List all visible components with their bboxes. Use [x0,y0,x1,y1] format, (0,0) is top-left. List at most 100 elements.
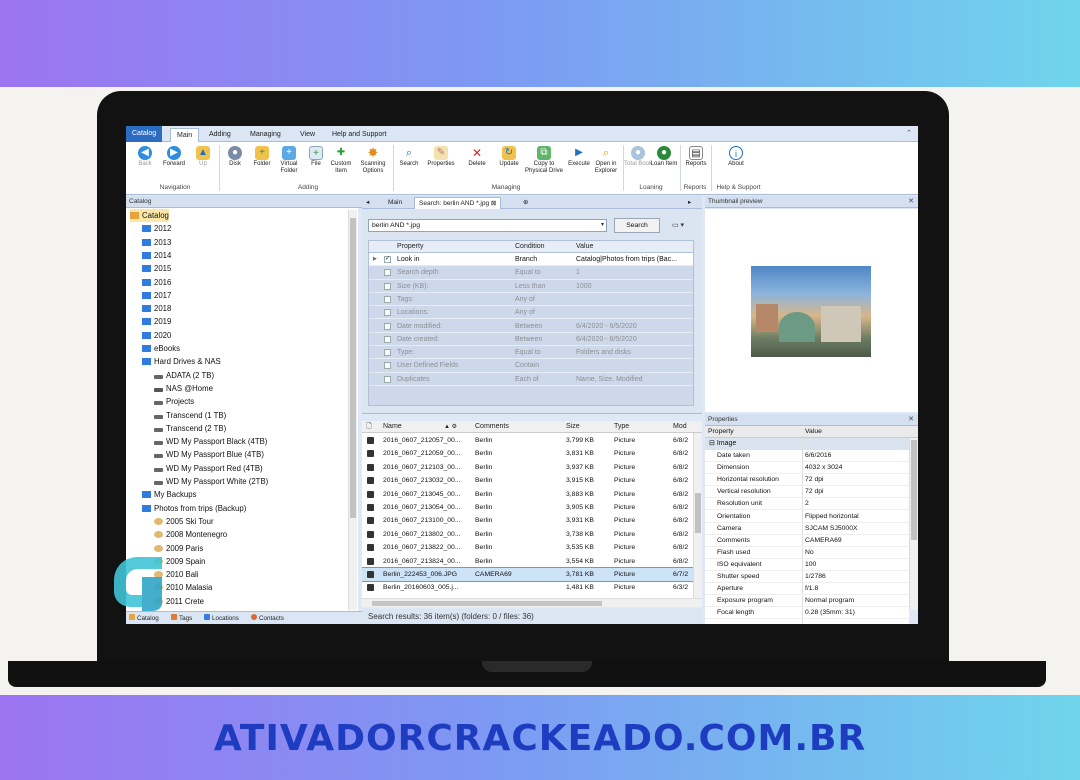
condition-row[interactable]: Type: Equal to Folders and disks [369,346,693,360]
condition-condition[interactable]: Branch [515,253,537,266]
copy-to-physical-drive-button[interactable]: ⧉ Copy to Physical Drive [522,146,566,175]
add-folder-button[interactable]: + Folder [247,146,277,168]
column-size[interactable]: Size [566,421,580,433]
condition-checkbox[interactable] [384,269,391,277]
scroll-thumb[interactable] [695,493,701,533]
tree-item[interactable]: WD My Passport Blue (4TB) [154,448,264,461]
tab-help-support[interactable]: Help and Support [326,128,392,142]
table-row[interactable]: 2016_0607_213802_00... Berlin 3,738 KB Pict… [362,528,693,541]
tree-item[interactable]: 2008 Montenegro [154,528,227,541]
tree-item[interactable]: Catalog [130,209,169,222]
properties-scrollbar[interactable] [909,438,918,610]
condition-row[interactable]: Duplicates Each of Name, Size, Modified [369,373,693,386]
condition-value[interactable]: 6/4/2020 - 6/5/2020 [576,333,692,346]
condition-checkbox[interactable] [384,335,391,343]
add-virtual-folder-button[interactable]: + Virtual Folder [274,146,304,175]
table-row[interactable]: Berlin_20160603_005.j... 1,481 KB Picture 6… [362,581,693,594]
column-modified[interactable]: Mod [673,421,687,433]
condition-row[interactable]: Tags: Any of [369,293,693,307]
tree-item[interactable]: ADATA (2 TB) [154,369,214,382]
tab-adding[interactable]: Adding [203,128,237,142]
table-row[interactable]: 2016_0607_212059_00... Berlin 3,831 KB Pict… [362,447,693,460]
table-row[interactable]: 2016_0607_213032_00... Berlin 3,915 KB Pict… [362,474,693,487]
property-row[interactable]: Horizontal resolution 72 dpi [705,474,909,487]
condition-row[interactable]: ▶ ✓ Look in Branch Catalog|Photos from trips… [369,253,693,267]
tree-item[interactable]: 2016 [142,276,171,289]
open-in-explorer-button[interactable]: ⌕ Open in Explorer [591,146,621,175]
loan-item-button[interactable]: ● Loan Item [649,146,679,168]
condition-checkbox[interactable] [384,295,391,303]
reports-button[interactable]: ▤ Reports [681,146,711,168]
close-icon[interactable]: ✕ [908,196,914,208]
condition-checkbox[interactable] [384,309,391,317]
condition-checkbox[interactable] [384,362,391,370]
condition-condition[interactable]: Between [515,320,542,333]
column-type[interactable]: Type [614,421,629,433]
tab-scroll-left-icon[interactable]: ◂ [362,197,373,209]
condition-value[interactable]: 1000 [576,280,692,293]
tree-item[interactable]: WD My Passport Red (4TB) [154,462,263,475]
chevron-down-icon[interactable]: ▾ [601,220,604,231]
condition-row[interactable]: User Defined Fields Contain [369,359,693,373]
condition-condition[interactable]: Each of [515,373,539,386]
tree-item[interactable]: eBooks [142,342,180,355]
property-row[interactable]: Exposure program Normal program [705,595,909,608]
table-row[interactable]: Berlin_222453_006.JPG CAMERA69 3,781 KB Pic… [362,566,694,583]
condition-row[interactable]: Search depth Equal to 1 [369,266,693,280]
property-row[interactable]: Date taken 6/6/2016 [705,450,909,463]
tree-item[interactable]: WD My Passport White (2TB) [154,475,268,488]
tree-item[interactable]: NAS @Home [154,382,213,395]
condition-value[interactable]: Name, Size, Modified [576,373,692,386]
execute-button[interactable]: ▶ Execute [564,146,594,168]
scanning-options-button[interactable]: ✸ Scanning Options [358,146,388,175]
close-icon[interactable]: ✕ [908,414,914,426]
tree-item[interactable]: 2009 Paris [154,542,203,555]
condition-row[interactable]: Size (KB): Less than 1000 [369,280,693,293]
table-row[interactable]: 2016_0607_213824_00... Berlin 3,554 KB Pict… [362,555,693,568]
tree-item[interactable]: 2014 [142,249,171,262]
condition-checkbox[interactable] [384,282,391,290]
property-row[interactable]: Vertical resolution 72 dpi [705,486,909,499]
tab-managing[interactable]: Managing [244,128,287,142]
property-row[interactable]: Aperture f/1.8 [705,583,909,596]
tab-catalog[interactable]: Catalog [126,126,163,142]
table-row[interactable]: 2016_0607_213054_00... Berlin 3,905 KB Pict… [362,501,693,514]
tab-contacts[interactable]: Contacts [251,613,284,624]
tree-item[interactable]: 2020 [142,329,171,342]
scroll-thumb[interactable] [372,601,602,606]
condition-value[interactable]: Folders and disks [576,346,692,359]
properties-button[interactable]: ✎ Properties [426,146,456,168]
up-button[interactable]: ▲ Up [188,146,218,168]
tree-item[interactable]: 2013 [142,236,171,249]
tree-item[interactable]: Transcend (1 TB) [154,409,226,422]
condition-condition[interactable]: Equal to [515,266,541,279]
catalog-scrollbar[interactable] [348,210,357,610]
table-row[interactable]: 2016_0607_212057_00... Berlin 3,799 KB Pict… [362,434,693,447]
forward-button[interactable]: ▶ Forward [159,146,189,168]
tree-item[interactable]: 2005 Ski Tour [154,515,214,528]
condition-checkbox[interactable] [384,322,391,330]
back-button[interactable]: ◀ Back [130,146,160,168]
close-tab-icon[interactable]: ⊠ [491,200,496,207]
condition-row[interactable]: Date created: Between 6/4/2020 - 6/5/2020 [369,333,693,347]
property-row[interactable]: Focal length 0.28 (35mm: 31) [705,607,909,620]
tab-tags[interactable]: Tags [171,613,192,624]
condition-checkbox[interactable] [384,375,391,383]
table-row[interactable]: 2016_0607_213822_00... Berlin 3,535 KB Pict… [362,541,693,554]
condition-row[interactable]: Locations: Any of [369,306,693,320]
tree-item[interactable]: 2012 [142,222,171,235]
search-query-input[interactable]: berlin AND *.jpg ▾ [368,219,607,232]
results-scrollbar[interactable] [693,433,702,598]
condition-condition[interactable]: Any of [515,306,535,319]
tab-view[interactable]: View [294,128,321,142]
condition-condition[interactable]: Between [515,333,542,346]
view-options-button[interactable]: ▭ ▾ [664,218,692,233]
search-submit-button[interactable]: Search [614,218,660,233]
condition-value[interactable]: Catalog|Photos from trips (Bac... [576,253,692,266]
photo-thumbnail[interactable] [751,266,871,357]
new-tab-button[interactable]: ⊕ [519,197,532,209]
about-button[interactable]: i About [721,146,751,168]
condition-value[interactable]: 1 [576,266,692,279]
tree-item[interactable]: Photos from trips (Backup) [142,502,246,515]
tree-item[interactable]: Projects [154,395,194,408]
